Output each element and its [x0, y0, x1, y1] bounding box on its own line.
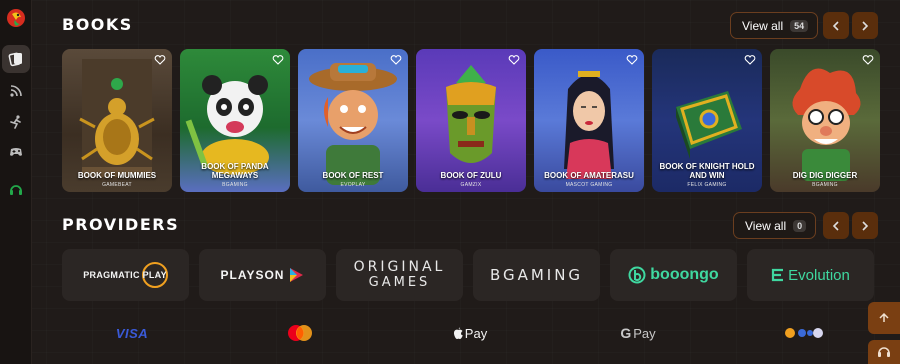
payment-crypto [782, 320, 826, 346]
sidebar-item-slots[interactable] [2, 45, 30, 73]
support-chat-button[interactable] [868, 340, 900, 364]
payment-visa: VISA [115, 325, 149, 341]
view-all-count: 0 [793, 219, 807, 232]
crypto-coins-icon [785, 328, 823, 338]
sidebar-item-support[interactable] [2, 176, 30, 204]
favorite-heart-icon[interactable] [626, 54, 638, 66]
playson-logo: PLAYSON [221, 267, 305, 283]
providers-section-title: Providers [62, 215, 180, 234]
apple-icon [453, 327, 463, 339]
original-games-logo: ORIGINAL GAMES [353, 259, 446, 291]
favorite-heart-icon[interactable] [862, 54, 874, 66]
playson-triangle-icon [290, 268, 304, 282]
game-name: Book of Panda Megaways [201, 162, 269, 180]
provider-evolution[interactable]: Evolution [747, 249, 874, 301]
game-card[interactable]: Book of Mummies Gamebeat [62, 49, 172, 192]
favorite-heart-icon[interactable] [744, 54, 756, 66]
payment-google-pay: G Pay [620, 325, 656, 341]
game-name: Book of Amaterasu [544, 171, 634, 180]
favorite-heart-icon[interactable] [272, 54, 284, 66]
books-view-all-button[interactable]: View all 54 [730, 12, 819, 39]
chevron-right-icon [862, 220, 869, 231]
booongo-b-icon [628, 266, 646, 284]
providers-carousel: PRAGMATIC PLAY PLAYSON ORIGINAL GAMES BG… [62, 249, 874, 301]
game-provider: Gamzix [460, 182, 482, 188]
scroll-to-top-button[interactable] [868, 302, 900, 334]
books-section-title: Books [62, 15, 133, 34]
headset-icon [878, 347, 890, 357]
gamepad-icon [10, 148, 22, 156]
game-card[interactable]: Book of Panda Megaways BGaming [180, 49, 290, 192]
game-card[interactable]: Book of Rest Evoplay [298, 49, 408, 192]
google-g-icon: G [620, 325, 632, 341]
game-card[interactable]: Dig Dig Digger BGaming [770, 49, 880, 192]
view-all-label: View all [742, 18, 784, 33]
mastercard-icon [288, 325, 312, 341]
game-provider: BGaming [222, 182, 248, 188]
running-person-icon [10, 115, 21, 129]
payment-mastercard [284, 320, 316, 346]
books-carousel: Book of Mummies Gamebeat Book of Panda M… [62, 49, 880, 192]
provider-original-games[interactable]: ORIGINAL GAMES [336, 249, 463, 301]
pragmatic-logo: PRAGMATIC PLAY [83, 262, 168, 288]
evolution-logo: Evolution [771, 267, 850, 284]
favorite-heart-icon[interactable] [390, 54, 402, 66]
sidebar-item-esports[interactable] [2, 138, 30, 166]
favorite-heart-icon[interactable] [154, 54, 166, 66]
live-signal-icon [10, 85, 22, 97]
sidebar [0, 0, 32, 364]
provider-booongo[interactable]: booongo [610, 249, 737, 301]
game-provider: BGaming [812, 182, 838, 188]
favorite-heart-icon[interactable] [508, 54, 520, 66]
sidebar-item-live[interactable] [2, 77, 30, 105]
game-name: Book of Knight Hold and Win [659, 162, 755, 180]
game-name: Book of Rest [322, 171, 384, 180]
providers-prev-button[interactable] [823, 212, 849, 239]
provider-playson[interactable]: PLAYSON [199, 249, 326, 301]
game-card[interactable]: Book of Amaterasu Mascot Gaming [534, 49, 644, 192]
chevron-left-icon [832, 20, 839, 31]
evolution-e-icon [772, 268, 784, 282]
providers-next-button[interactable] [852, 212, 878, 239]
game-card[interactable]: Book of Knight Hold and Win Felix Gaming [652, 49, 762, 192]
books-next-button[interactable] [852, 12, 878, 39]
chevron-right-icon [862, 20, 869, 31]
game-provider: Mascot Gaming [565, 182, 613, 188]
sidebar-item-sports[interactable] [2, 108, 30, 136]
booongo-logo: booongo [628, 266, 719, 284]
chevron-left-icon [832, 220, 839, 231]
game-provider: Evoplay [340, 182, 366, 188]
arrow-up-icon [879, 312, 889, 322]
game-name: Dig Dig Digger [792, 171, 858, 180]
payment-apple-pay: Pay [450, 320, 490, 346]
providers-view-all-button[interactable]: View all 0 [733, 212, 817, 239]
view-all-count: 54 [790, 19, 809, 32]
game-card[interactable]: Book of Zulu Gamzix [416, 49, 526, 192]
game-provider: Gamebeat [102, 182, 132, 188]
cards-icon [8, 52, 22, 67]
view-all-label: View all [745, 218, 787, 233]
provider-pragmatic-play[interactable]: PRAGMATIC PLAY [62, 249, 189, 301]
game-name: Book of Zulu [440, 171, 502, 180]
bgaming-logo: BGAMING [489, 266, 584, 284]
payment-methods: VISA Pay G Pay [62, 320, 862, 346]
books-prev-button[interactable] [823, 12, 849, 39]
provider-bgaming[interactable]: BGAMING [473, 249, 600, 301]
headset-icon [10, 185, 22, 195]
parrot-logo-icon[interactable] [6, 8, 26, 28]
game-name: Book of Mummies [77, 171, 157, 180]
game-provider: Felix Gaming [687, 182, 727, 188]
